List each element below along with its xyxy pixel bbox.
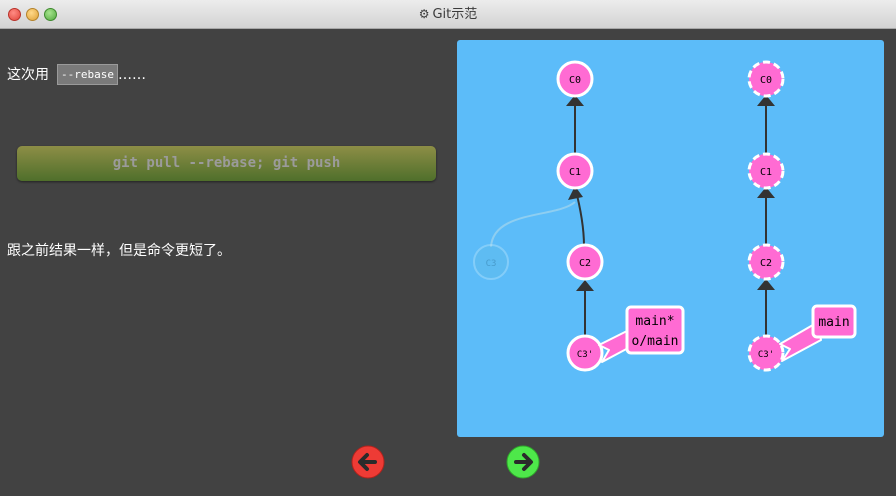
arrow-left-icon — [351, 445, 385, 479]
git-graph-svg: C3 C0 C1 C2 C3' main* o/main C0 C1 C2 C3… — [473, 60, 857, 372]
commit-c1-left-label: C1 — [569, 167, 581, 178]
prev-button[interactable] — [351, 445, 385, 479]
commit-c0-right-label: C0 — [760, 75, 772, 86]
commit-c3prime-left-label: C3' — [577, 350, 593, 360]
instruction-prefix: 这次用 — [7, 67, 49, 83]
commit-c3prime-right[interactable]: C3' — [747, 334, 785, 372]
commit-c0-left-label: C0 — [569, 75, 581, 86]
arrowhead-c2-left — [576, 280, 594, 291]
commit-c3-ghost-label: C3 — [486, 259, 497, 269]
branch-label-main-star: main* — [635, 314, 674, 329]
commit-c1-right[interactable]: C1 — [747, 152, 785, 190]
commit-c1-left[interactable]: C1 — [556, 152, 594, 190]
commit-c3prime-right-label: C3' — [758, 350, 774, 360]
commit-c0-right[interactable]: C0 — [747, 60, 785, 98]
rebase-flag-code: --rebase — [57, 64, 118, 85]
commit-c2-right[interactable]: C2 — [747, 243, 785, 281]
ghost-edge — [490, 201, 576, 248]
git-visualization-panel: C3 C0 C1 C2 C3' main* o/main C0 C1 C2 C3… — [457, 40, 884, 437]
window-titlebar: ⚙ Git示范 — [0, 0, 896, 29]
commit-c2-left-label: C2 — [579, 258, 591, 269]
instruction-line-3: 跟之前结果一样，但是命令更短了。 — [7, 243, 231, 259]
commit-c3-ghost: C3 — [473, 244, 509, 280]
arrowhead-c2-right — [757, 279, 775, 290]
window-title: ⚙ Git示范 — [0, 0, 896, 29]
commit-c3prime-left[interactable]: C3' — [566, 334, 604, 372]
git-command-button[interactable]: git pull --rebase; git push — [17, 146, 436, 181]
commit-c0-left[interactable]: C0 — [556, 60, 594, 98]
commit-c2-right-label: C2 — [760, 258, 772, 269]
commit-c2-left[interactable]: C2 — [566, 243, 604, 281]
instruction-line-1: 这次用 --rebase…… — [7, 64, 146, 85]
next-button[interactable] — [506, 445, 540, 479]
branch-label-main: main — [818, 315, 849, 330]
arrow-right-icon — [506, 445, 540, 479]
commit-c1-right-label: C1 — [760, 167, 772, 178]
window-title-text: Git示范 — [432, 7, 478, 22]
gear-icon: ⚙ — [418, 7, 430, 21]
branch-label-o-main: o/main — [632, 334, 679, 349]
instruction-suffix: …… — [117, 67, 146, 83]
